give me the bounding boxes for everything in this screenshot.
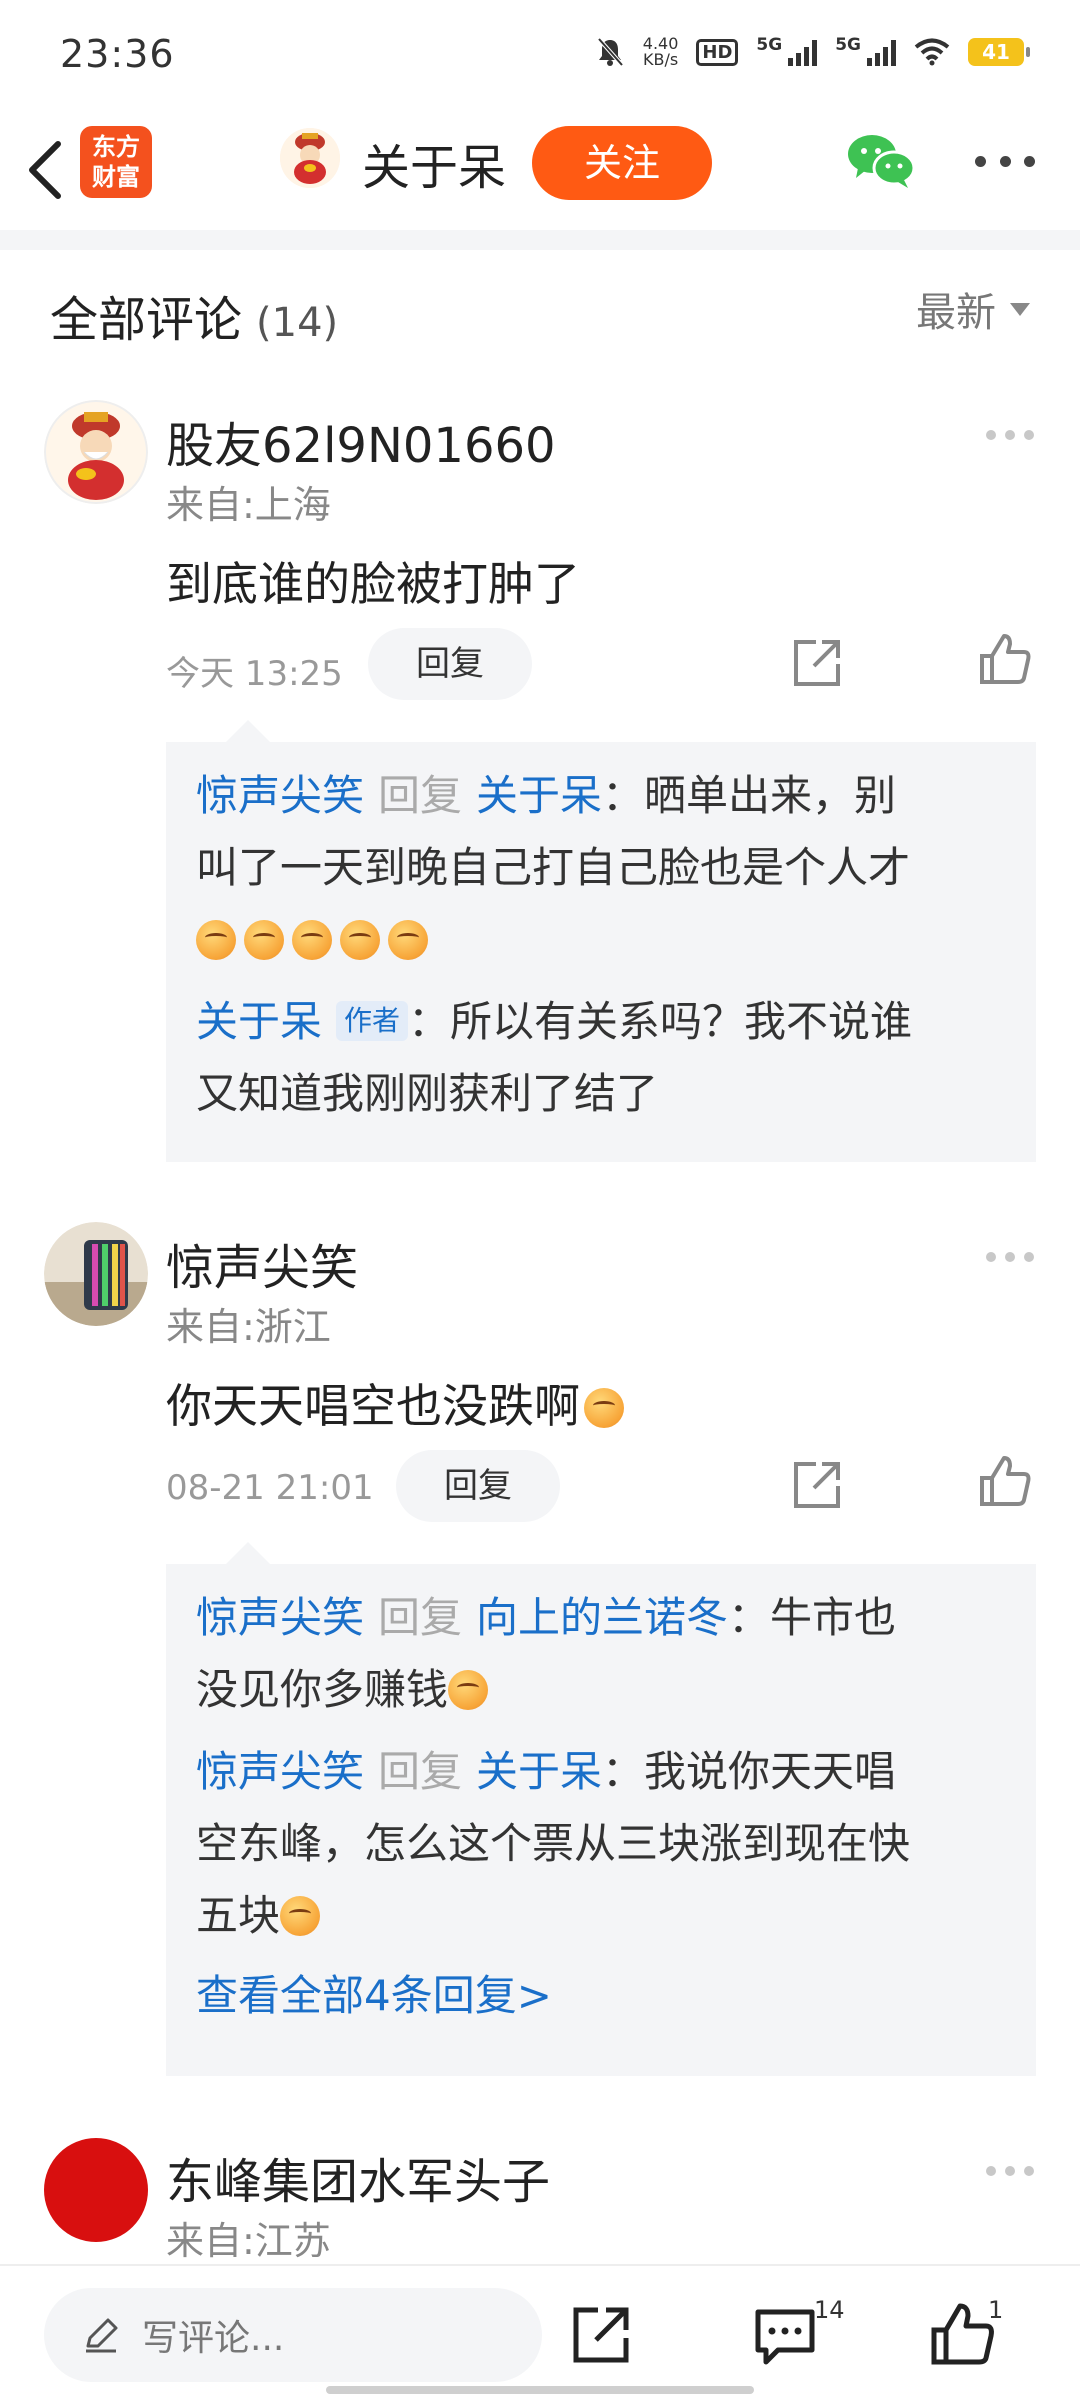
comments-title: 全部评论	[50, 292, 243, 348]
caret-down-icon	[1010, 302, 1030, 316]
back-arrow-icon[interactable]	[22, 132, 82, 208]
hd-icon: HD	[696, 38, 739, 66]
reply-target[interactable]: 向上的兰诺冬	[476, 1593, 728, 1642]
user-avatar[interactable]	[44, 400, 148, 504]
reply-target[interactable]: 关于呆	[476, 1747, 602, 1796]
battery-icon: 41	[968, 38, 1030, 66]
comments-count: (14)	[256, 300, 339, 346]
reply-text-line: 没见你多赚钱	[196, 1654, 1006, 1726]
share-icon[interactable]	[568, 2302, 634, 2368]
comment-more-icon[interactable]	[986, 430, 1034, 440]
reply-user[interactable]: 惊声尖笑	[196, 1593, 364, 1642]
comments-header: 全部评论 (14)	[50, 280, 338, 350]
home-indicator	[326, 2386, 754, 2394]
reply-item[interactable]: 惊声尖笑 回复 向上的兰诺冬：牛市也	[196, 1582, 1006, 1654]
emoji-icon	[340, 920, 380, 960]
comment-time: 今天 13:25	[166, 654, 343, 694]
reply-item[interactable]: 惊声尖笑 回复 关于呆：我说你天天唱	[196, 1736, 1006, 1808]
comment-more-icon[interactable]	[986, 2166, 1034, 2176]
emoji-icon	[292, 920, 332, 960]
5g-label-2: 5G	[835, 35, 861, 55]
emoji-icon	[280, 1896, 321, 1936]
reply-text: ：我说你天天唱	[602, 1747, 897, 1796]
reply-thread: 惊声尖笑 回复 向上的兰诺冬：牛市也 没见你多赚钱 惊声尖笑 回复 关于呆：我说你天天唱…	[166, 1542, 1036, 2076]
emoji-icon	[448, 1670, 489, 1710]
view-all-replies-link[interactable]: 查看全部4条回复>	[196, 1960, 1006, 2032]
reply-user[interactable]: 惊声尖笑	[196, 1747, 364, 1796]
reply-text: ：晒单出来，别	[602, 771, 897, 820]
reply-item[interactable]: 惊声尖笑 回复 关于呆：晒单出来，别	[196, 760, 1006, 832]
comment-location: 来自:江苏	[166, 2219, 331, 2263]
reply-text: ：牛市也	[728, 1593, 897, 1642]
user-avatar[interactable]	[44, 1222, 148, 1326]
emoji-icon	[244, 920, 284, 960]
like-thumb-icon[interactable]	[930, 2302, 996, 2368]
emoji-icon	[196, 920, 236, 960]
reply-user[interactable]: 关于呆	[196, 997, 322, 1046]
reply-button[interactable]: 回复	[368, 628, 532, 700]
follow-button[interactable]: 关注	[532, 126, 712, 200]
comment-text: 你天天唱空也没跌啊	[166, 1370, 632, 1436]
wechat-share-icon[interactable]	[846, 132, 916, 188]
more-options-icon[interactable]	[975, 156, 1035, 170]
comment-time: 08-21 21:01	[166, 1468, 374, 1508]
comment-username[interactable]: 股友62l9N01660	[166, 406, 556, 476]
reply-verb: 回复	[378, 771, 463, 820]
write-comment-placeholder: 写评论...	[142, 2318, 285, 2359]
comment-count-badge: 14	[814, 2296, 845, 2324]
sort-label: 最新	[916, 290, 996, 336]
comment-more-icon[interactable]	[986, 1252, 1034, 1262]
divider-band	[0, 230, 1080, 250]
reply-text-line: 又知道我刚刚获利了结了	[196, 1069, 659, 1118]
like-thumb-icon[interactable]	[978, 1454, 1032, 1508]
user-avatar[interactable]	[44, 2138, 148, 2242]
comment-username[interactable]: 惊声尖笑	[166, 1228, 358, 1298]
status-icons: 4.40 KB/s HD 5G 5G 41	[595, 34, 1030, 69]
signal-icon-2	[867, 38, 896, 66]
reply-text-line: 五块	[196, 1880, 1006, 1952]
pencil-icon	[86, 2318, 118, 2353]
sort-dropdown[interactable]: 最新	[916, 280, 1030, 338]
reply-text-line: 空东峰，怎么这个票从三块涨到现在快	[196, 1819, 911, 1868]
like-count-badge: 1	[988, 2296, 1004, 2324]
emoji-row	[196, 904, 1006, 976]
net-speed: 4.40 KB/s	[642, 34, 679, 69]
comment-username[interactable]: 东峰集团水军头子	[166, 2142, 550, 2212]
page-title: 关于呆	[362, 140, 507, 196]
header-bar: 东方 财富 关于呆 关注	[0, 110, 1080, 230]
share-icon[interactable]	[790, 1458, 844, 1512]
reply-text: ：所以有关系吗？我不说谁	[408, 997, 913, 1046]
wifi-icon	[914, 38, 950, 66]
reply-user[interactable]: 惊声尖笑	[196, 771, 364, 820]
emoji-icon	[388, 920, 428, 960]
reply-thread: 惊声尖笑 回复 关于呆：晒单出来，别 叫了一天到晚自己打自己脸也是个人才 关于呆 作者…	[166, 720, 1036, 1162]
reply-button[interactable]: 回复	[396, 1450, 560, 1522]
reply-target[interactable]: 关于呆	[476, 771, 602, 820]
reply-verb: 回复	[378, 1593, 463, 1642]
app-logo[interactable]: 东方 财富	[80, 126, 152, 198]
write-comment-input[interactable]: 写评论...	[44, 2288, 542, 2382]
share-icon[interactable]	[790, 636, 844, 690]
mute-bell-icon	[597, 37, 624, 67]
comment-location: 来自:上海	[166, 483, 331, 527]
comment-bubble-icon[interactable]	[752, 2302, 818, 2368]
comment-text: 到底谁的脸被打肿了	[166, 557, 580, 611]
5g-label-1: 5G	[756, 35, 783, 55]
bottom-action-bar: 写评论... 14 1	[0, 2264, 1080, 2400]
like-thumb-icon[interactable]	[978, 632, 1032, 686]
reply-item[interactable]: 关于呆 作者 ：所以有关系吗？我不说谁	[196, 986, 1006, 1058]
reply-text-line: 叫了一天到晚自己打自己脸也是个人才	[196, 843, 911, 892]
reply-verb: 回复	[378, 1747, 463, 1796]
signal-icon	[788, 38, 818, 66]
comment-location: 来自:浙江	[166, 1305, 331, 1349]
status-bar: 23:36 4.40 KB/s HD 5G 5G 41	[0, 0, 1080, 110]
author-badge: 作者	[336, 1001, 409, 1041]
emoji-icon	[584, 1388, 624, 1428]
author-avatar-small[interactable]	[280, 128, 340, 188]
status-time: 23:36	[60, 32, 175, 76]
